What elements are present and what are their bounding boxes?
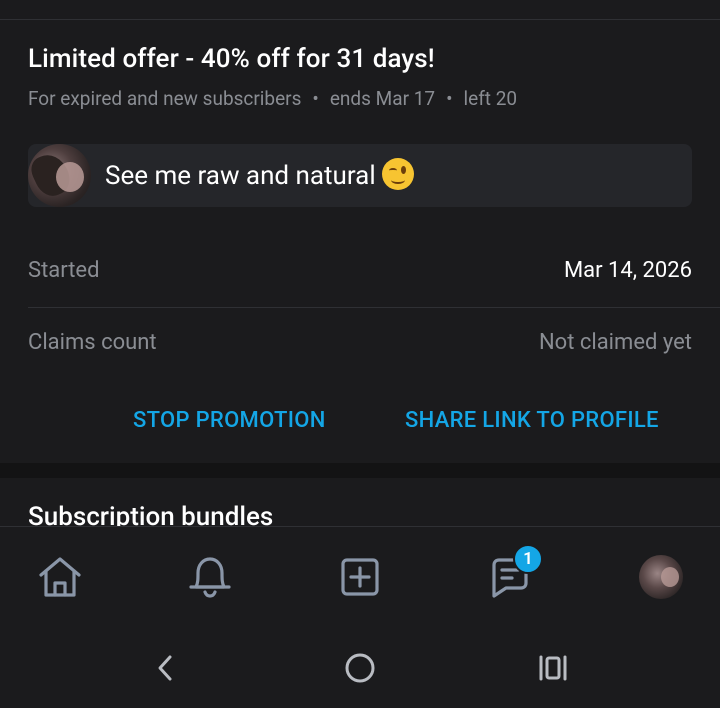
bottom-tab-bar: 1 xyxy=(0,526,720,627)
row-divider xyxy=(28,307,720,308)
add-post-icon xyxy=(341,558,379,596)
home-nav-button[interactable] xyxy=(340,648,380,688)
claims-count-label: Claims count xyxy=(28,330,157,355)
tab-home[interactable] xyxy=(34,551,86,603)
recent-apps-nav-button[interactable] xyxy=(533,648,573,688)
tab-notifications[interactable] xyxy=(184,551,236,603)
bell-icon xyxy=(189,557,231,598)
back-icon xyxy=(158,655,172,681)
tab-messages[interactable]: 1 xyxy=(484,544,543,603)
promo-ends: ends Mar 17 xyxy=(329,87,436,110)
started-value: Mar 14, 2026 xyxy=(563,258,692,283)
promo-title: Limited offer - 40% off for 31 days! xyxy=(28,44,435,74)
promo-message-text: See me raw and natural xyxy=(105,161,376,191)
avatar[interactable] xyxy=(28,144,91,207)
started-label: Started xyxy=(28,258,100,283)
promo-subtitle: For expired and new subscribers • ends Mar… xyxy=(28,87,517,110)
tab-profile[interactable] xyxy=(635,551,687,603)
stop-promotion-button[interactable]: STOP PROMOTION xyxy=(133,408,326,433)
messages-unread-badge: 1 xyxy=(513,544,543,574)
promo-audience: For expired and new subscribers xyxy=(28,87,302,110)
back-nav-button[interactable] xyxy=(146,648,186,688)
recent-apps-icon xyxy=(539,655,567,681)
claims-count-value: Not claimed yet xyxy=(538,330,692,355)
system-navigation-bar xyxy=(0,626,720,708)
profile-avatar xyxy=(639,555,683,599)
home-circle-icon xyxy=(345,653,375,683)
promo-left: left 20 xyxy=(463,87,518,110)
section-divider xyxy=(0,463,720,478)
promo-message: See me raw and natural xyxy=(105,158,414,191)
separator-dot: • xyxy=(446,87,453,110)
separator-dot: • xyxy=(312,87,319,110)
tab-new-post[interactable] xyxy=(334,551,386,603)
promo-message-card: See me raw and natural xyxy=(28,144,692,207)
top-divider xyxy=(0,19,720,20)
share-link-to-profile-button[interactable]: SHARE LINK TO PROFILE xyxy=(405,408,659,433)
home-icon xyxy=(39,557,81,597)
subscription-bundles-heading: Subscription bundles xyxy=(28,502,274,526)
wink-emoji-icon xyxy=(381,158,414,190)
